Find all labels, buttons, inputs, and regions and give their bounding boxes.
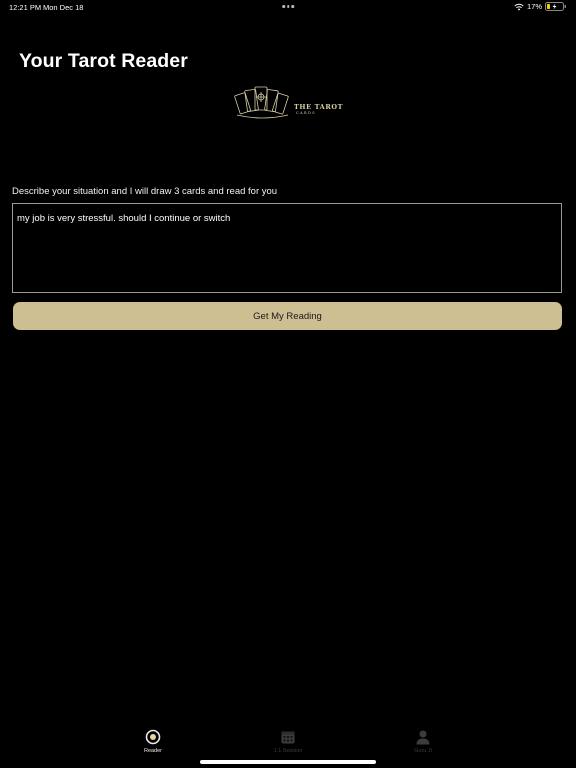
status-date: Mon Dec 18 xyxy=(43,3,84,12)
calendar-icon xyxy=(281,731,295,744)
situation-prompt-label: Describe your situation and I will draw … xyxy=(12,186,278,197)
tab-reader-label: Reader xyxy=(143,748,163,754)
tab-reader[interactable]: Reader xyxy=(123,729,183,754)
logo-subtitle: CARDS xyxy=(296,111,317,115)
battery-charging-icon xyxy=(545,2,566,11)
logo-title: THE TAROT xyxy=(294,103,344,111)
get-reading-button[interactable]: Get My Reading xyxy=(13,302,562,330)
status-right: 17% xyxy=(514,2,567,11)
reader-icon xyxy=(145,729,161,745)
tab-session[interactable]: 1:1 Session xyxy=(258,729,318,754)
tab-session-label: 1:1 Session xyxy=(273,748,303,754)
situation-input[interactable]: my job is very stressful. should I conti… xyxy=(12,203,562,293)
wifi-icon xyxy=(514,3,524,10)
tarot-cards-icon xyxy=(234,86,289,119)
battery-percent: 17% xyxy=(526,2,542,11)
status-time: 12:21 PM xyxy=(9,3,42,12)
status-bar: 12:21 PM Mon Dec 18 17% xyxy=(0,0,576,14)
page-title: Your Tarot Reader xyxy=(19,50,188,72)
home-indicator[interactable] xyxy=(200,760,376,764)
person-icon xyxy=(416,730,430,745)
multitasking-dots-icon[interactable] xyxy=(282,5,294,8)
tarot-logo: THE TAROT CARDS xyxy=(234,85,344,119)
tab-guru[interactable]: Guru Ji xyxy=(393,729,453,754)
tab-guru-label: Guru Ji xyxy=(414,748,432,754)
